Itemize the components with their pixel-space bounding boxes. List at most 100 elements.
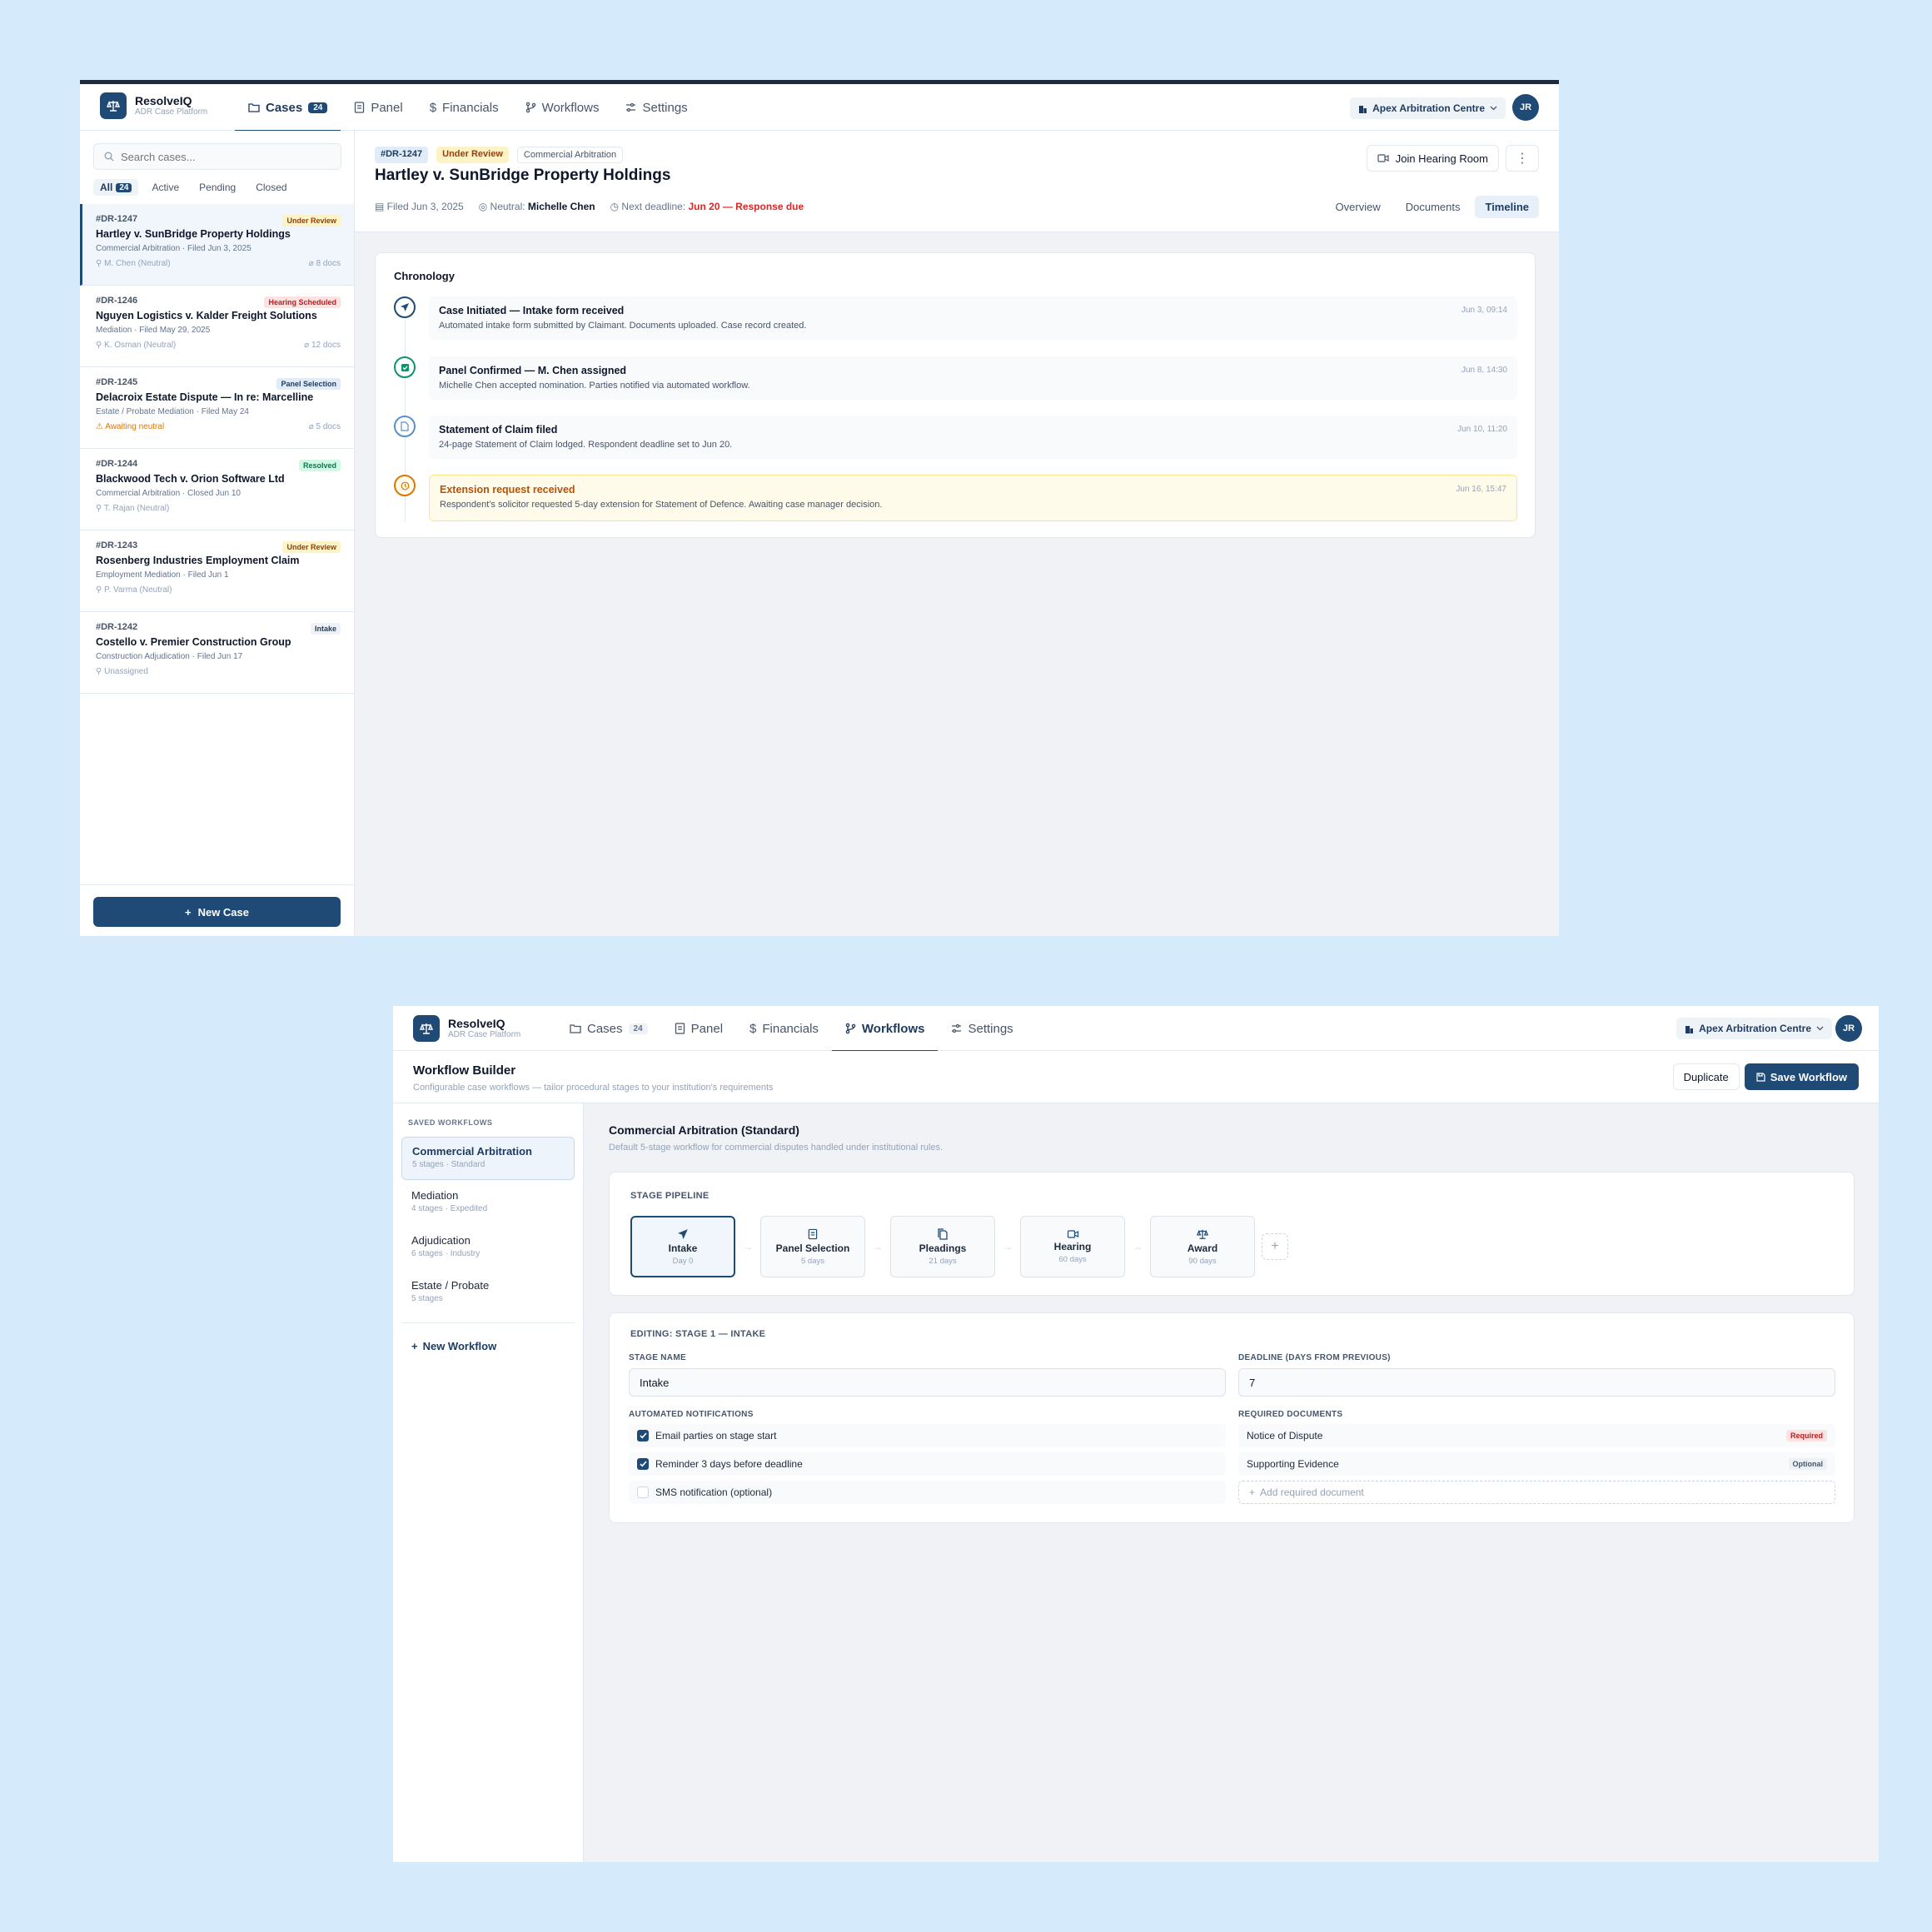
timeline-event-warning: Extension request received Respondent's …: [429, 475, 1517, 521]
add-required-document-button[interactable]: + Add required document: [1238, 1481, 1835, 1504]
new-workflow-label: New Workflow: [422, 1340, 497, 1352]
arrow-right-icon: →: [873, 1241, 883, 1252]
nav-financials[interactable]: $ Financials: [736, 1006, 832, 1051]
filter-active[interactable]: Active: [145, 179, 186, 196]
notification-option[interactable]: Reminder 3 days before deadline: [629, 1452, 1226, 1476]
checkbox-checked-icon[interactable]: [637, 1458, 649, 1470]
stage-award[interactable]: Award 90 days: [1150, 1216, 1255, 1277]
workflow-item[interactable]: Estate / Probate 5 stages: [401, 1272, 575, 1315]
notification-option[interactable]: Email parties on stage start: [629, 1424, 1226, 1447]
stage-intake[interactable]: Intake Day 0: [630, 1216, 735, 1277]
status-badge: Resolved: [298, 460, 341, 471]
workflow-name: Estate / Probate: [411, 1279, 490, 1292]
id-card-icon: [675, 1023, 685, 1034]
search-input[interactable]: [121, 150, 321, 163]
join-hearing-room-button[interactable]: Join Hearing Room: [1366, 145, 1499, 172]
event-description: Respondent's solicitor requested 5-day e…: [440, 500, 883, 510]
deadline-label: DEADLINE (DAYS FROM PREVIOUS): [1238, 1353, 1391, 1362]
stage-days: 21 days: [929, 1256, 957, 1266]
nav-settings[interactable]: Settings: [612, 84, 700, 131]
user-avatar[interactable]: JR: [1835, 1015, 1862, 1042]
workflow-meta: 5 stages: [411, 1294, 443, 1303]
event-title: Statement of Claim filed: [439, 424, 558, 436]
tab-overview[interactable]: Overview: [1326, 196, 1391, 218]
checkbox-checked-icon[interactable]: [637, 1430, 649, 1442]
stage-name-input[interactable]: [629, 1368, 1226, 1397]
stage-pipeline-card: STAGE PIPELINE Intake Day 0 → Panel Sele…: [609, 1172, 1855, 1296]
stage-days: Day 0: [672, 1256, 694, 1266]
nav-cases[interactable]: Cases 24: [556, 1006, 661, 1051]
case-item[interactable]: #DR-1242 Intake Costello v. Premier Cons…: [80, 612, 354, 694]
case-subtitle: Estate / Probate Mediation · Filed May 2…: [96, 407, 249, 416]
chronology-card: Chronology Case Initiated — Intake form …: [375, 252, 1536, 538]
workflow-item[interactable]: Mediation 4 stages · Expedited: [401, 1182, 575, 1225]
stage-pleadings[interactable]: Pleadings 21 days: [890, 1216, 995, 1277]
case-title-heading: Hartley v. SunBridge Property Holdings: [375, 167, 671, 184]
filter-pending[interactable]: Pending: [192, 179, 242, 196]
building-icon: [1685, 1024, 1694, 1033]
status-badge: Under Review: [282, 541, 341, 553]
page-title: Workflow Builder: [413, 1063, 516, 1078]
nav-workflows[interactable]: Workflows: [512, 84, 613, 131]
case-type-chip: Commercial Arbitration: [516, 147, 624, 163]
nav-workflows-label: Workflows: [861, 1021, 925, 1036]
timeline-event: Case Initiated — Intake form received Au…: [429, 296, 1517, 340]
case-item[interactable]: #DR-1246 Hearing Scheduled Nguyen Logist…: [80, 286, 354, 367]
case-header: #DR-1247 Under Review Commercial Arbitra…: [355, 131, 1559, 232]
duplicate-button[interactable]: Duplicate: [1672, 1063, 1740, 1090]
case-item[interactable]: #DR-1247 Under Review Hartley v. SunBrid…: [80, 204, 354, 286]
timeline-event: Panel Confirmed — M. Chen assigned Miche…: [429, 356, 1517, 400]
stage-name: Pleadings: [919, 1242, 967, 1254]
arrow-right-icon: →: [1133, 1241, 1143, 1252]
workflow-name: Mediation: [411, 1189, 459, 1202]
dollar-icon: $: [429, 100, 437, 115]
document-name: Notice of Dispute: [1247, 1430, 1323, 1442]
nav-workflows[interactable]: Workflows: [831, 1006, 939, 1052]
saved-workflows-sidebar: SAVED WORKFLOWS Commercial Arbitration 5…: [393, 1103, 584, 1862]
stage-hearing[interactable]: Hearing 60 days: [1020, 1216, 1125, 1277]
case-docs: ⌀ 12 docs: [304, 341, 341, 350]
nav-settings[interactable]: Settings: [938, 1006, 1026, 1051]
case-neutral-warning: ⚠ Awaiting neutral: [96, 422, 165, 431]
checkbox-unchecked-icon[interactable]: [637, 1486, 649, 1498]
nav-financials[interactable]: $ Financials: [416, 84, 512, 131]
case-item[interactable]: #DR-1245 Panel Selection Delacroix Estat…: [80, 367, 354, 449]
tab-documents[interactable]: Documents: [1396, 196, 1471, 218]
user-avatar[interactable]: JR: [1512, 94, 1539, 121]
new-case-button[interactable]: + New Case: [93, 897, 341, 927]
tab-timeline[interactable]: Timeline: [1475, 196, 1539, 218]
case-item[interactable]: #DR-1244 Resolved Blackwood Tech v. Orio…: [80, 449, 354, 530]
chronology-title: Chronology: [394, 270, 455, 282]
scales-logo-icon: [413, 1015, 440, 1042]
new-workflow-button[interactable]: + New Workflow: [411, 1340, 496, 1352]
saved-workflows-heading: SAVED WORKFLOWS: [408, 1118, 493, 1127]
sliders-icon: [951, 1023, 962, 1033]
brand[interactable]: ResolveIQ ADR Case Platform: [100, 92, 207, 119]
nav-workflows-label: Workflows: [541, 100, 600, 115]
notification-option[interactable]: SMS notification (optional): [629, 1481, 1226, 1504]
case-docs: ⌀ 5 docs: [308, 422, 341, 431]
brand[interactable]: ResolveIQ ADR Case Platform: [413, 1015, 520, 1042]
organization-switcher[interactable]: Apex Arbitration Centre: [1676, 1018, 1832, 1039]
required-document[interactable]: Supporting Evidence Optional: [1238, 1452, 1835, 1476]
required-document[interactable]: Notice of Dispute Required: [1238, 1424, 1835, 1447]
document-name: Supporting Evidence: [1247, 1458, 1339, 1470]
add-stage-button[interactable]: +: [1262, 1233, 1288, 1260]
case-title: Rosenberg Industries Employment Claim: [96, 555, 300, 566]
nav-panel[interactable]: Panel: [661, 1006, 736, 1051]
filter-all[interactable]: All 24: [93, 179, 139, 196]
workflow-item[interactable]: Commercial Arbitration 5 stages · Standa…: [401, 1137, 575, 1180]
nav-cases[interactable]: Cases 24: [235, 84, 341, 132]
nav-panel[interactable]: Panel: [341, 84, 416, 131]
more-options-icon[interactable]: ⋮: [1506, 145, 1539, 172]
workflow-item[interactable]: Adjudication 6 stages · Industry: [401, 1227, 575, 1270]
editing-heading: EDITING: STAGE 1 — INTAKE: [630, 1329, 766, 1339]
status-badge: Panel Selection: [276, 378, 341, 390]
filter-closed[interactable]: Closed: [249, 179, 293, 196]
stage-panel-selection[interactable]: Panel Selection 5 days: [760, 1216, 865, 1277]
save-workflow-button[interactable]: Save Workflow: [1744, 1063, 1859, 1090]
organization-switcher[interactable]: Apex Arbitration Centre: [1350, 97, 1506, 119]
nav-settings-label: Settings: [968, 1021, 1013, 1036]
deadline-input[interactable]: [1238, 1368, 1835, 1397]
case-item[interactable]: #DR-1243 Under Review Rosenberg Industri…: [80, 530, 354, 612]
